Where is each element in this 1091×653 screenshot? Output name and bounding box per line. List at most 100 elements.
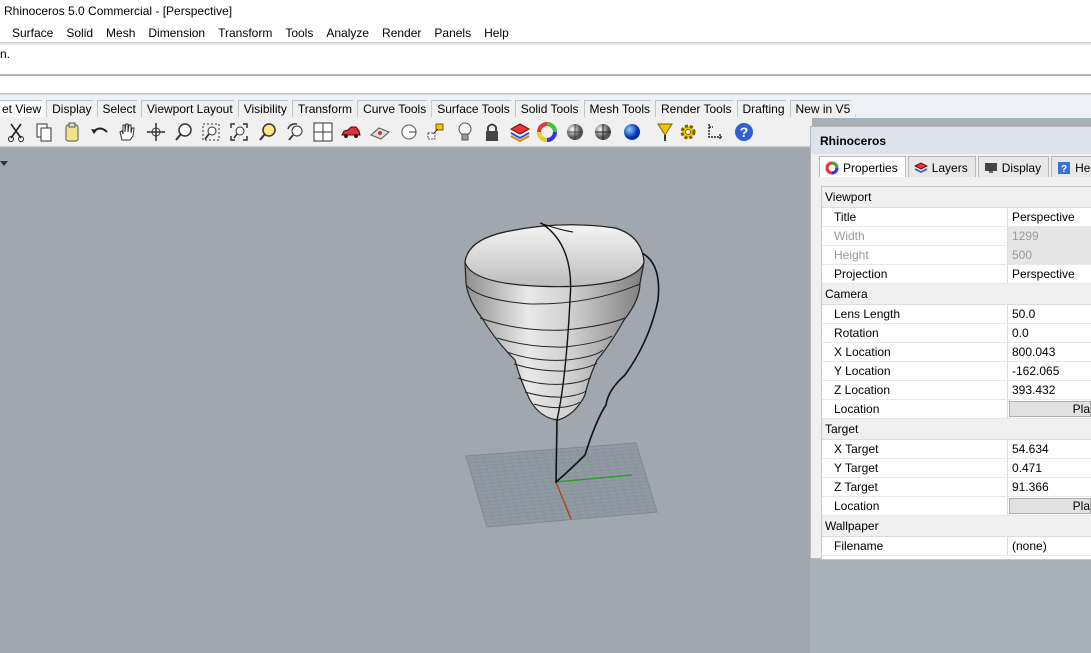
revolved-surface[interactable] xyxy=(464,222,645,421)
viewport-menu-arrow-icon[interactable] xyxy=(0,161,8,166)
menu-solid[interactable]: Solid xyxy=(60,24,100,42)
prop-row: Y Target 0.471 xyxy=(822,459,1091,478)
help-icon[interactable]: ? xyxy=(732,120,756,144)
undo-view-icon[interactable] xyxy=(284,120,308,144)
section-target[interactable]: Target xyxy=(822,419,1091,440)
tab-display[interactable]: Display xyxy=(46,100,97,117)
tab-mesh-tools[interactable]: Mesh Tools xyxy=(584,100,656,117)
section-viewport[interactable]: Viewport xyxy=(822,187,1091,208)
prop-z-location-value[interactable]: 393.432 xyxy=(1008,381,1091,399)
prop-y-location-value[interactable]: -162.065 xyxy=(1008,362,1091,380)
camera-place-button[interactable]: Pla xyxy=(1009,401,1091,417)
gumball-icon[interactable] xyxy=(653,120,677,144)
dimension-icon[interactable] xyxy=(704,120,728,144)
blue-sphere-icon[interactable] xyxy=(620,120,644,144)
title-bar: Rhinoceros 5.0 Commercial - [Perspective… xyxy=(0,0,1091,24)
tab-viewport-layout[interactable]: Viewport Layout xyxy=(141,100,239,117)
prop-row: Rotation 0.0 xyxy=(822,324,1091,343)
tab-help-label: Help xyxy=(1075,161,1091,175)
four-viewports-icon[interactable] xyxy=(311,120,335,144)
menu-surface[interactable]: Surface xyxy=(0,24,60,42)
target-place-button[interactable]: Pla xyxy=(1009,498,1091,514)
prop-row: Z Target 91.366 xyxy=(822,478,1091,497)
prop-rotation-label: Rotation xyxy=(822,324,1008,342)
prop-filename-label: Filename xyxy=(822,537,1008,555)
zoom-icon[interactable] xyxy=(172,120,196,144)
tab-render-tools[interactable]: Render Tools xyxy=(655,100,738,117)
point-icon[interactable] xyxy=(397,120,421,144)
menu-panels[interactable]: Panels xyxy=(428,24,478,42)
light-bulb-icon[interactable] xyxy=(453,120,477,144)
tab-layers-label: Layers xyxy=(931,161,968,175)
osnap-icon[interactable] xyxy=(424,120,448,144)
paste-icon[interactable] xyxy=(60,120,84,144)
color-wheel-icon[interactable] xyxy=(535,120,559,144)
construction-plane-icon[interactable] xyxy=(368,120,392,144)
tab-layers[interactable]: Layers xyxy=(907,156,976,177)
prop-projection-value[interactable]: Perspective xyxy=(1008,265,1091,283)
zoom-extents-icon[interactable] xyxy=(227,120,251,144)
display-icon xyxy=(984,161,998,175)
tab-curve-tools[interactable]: Curve Tools xyxy=(357,100,432,117)
prop-row: X Target 54.634 xyxy=(822,440,1091,459)
menu-tools[interactable]: Tools xyxy=(279,24,320,42)
svg-text:?: ? xyxy=(1061,164,1067,175)
prop-row: Width 1299 xyxy=(822,227,1091,246)
menu-dimension[interactable]: Dimension xyxy=(142,24,212,42)
settings-gear-icon[interactable] xyxy=(676,120,700,144)
car-camera-icon[interactable] xyxy=(339,120,363,144)
viewport-scene[interactable] xyxy=(0,148,810,653)
prop-lens-length-value[interactable]: 50.0 xyxy=(1008,305,1091,323)
prop-z-target-value[interactable]: 91.366 xyxy=(1008,478,1091,496)
tab-visibility[interactable]: Visibility xyxy=(238,100,293,117)
help-icon: ? xyxy=(1057,161,1071,175)
tab-new-in-v5[interactable]: New in V5 xyxy=(790,100,857,117)
rotate-view-icon[interactable] xyxy=(144,120,168,144)
prop-target-location-label: Location xyxy=(822,497,1008,515)
menu-help[interactable]: Help xyxy=(478,24,516,42)
undo-icon[interactable] xyxy=(88,120,112,144)
prop-x-target-value[interactable]: 54.634 xyxy=(1008,440,1091,458)
prop-row: Filename (none) xyxy=(822,537,1091,556)
rendered-sphere-icon[interactable] xyxy=(591,120,615,144)
prop-x-location-value[interactable]: 800.043 xyxy=(1008,343,1091,361)
menu-render[interactable]: Render xyxy=(376,24,428,42)
command-history-text: n. xyxy=(0,47,11,61)
tab-display[interactable]: Display xyxy=(977,156,1050,177)
prop-title-label: Title xyxy=(822,208,1008,226)
tab-set-view[interactable]: et View xyxy=(0,100,47,117)
tab-select[interactable]: Select xyxy=(97,100,142,117)
tab-solid-tools[interactable]: Solid Tools xyxy=(515,100,585,117)
section-wallpaper[interactable]: Wallpaper xyxy=(822,516,1091,537)
properties-icon xyxy=(825,161,839,175)
command-prompt-input[interactable] xyxy=(0,76,1091,94)
prop-y-target-value[interactable]: 0.471 xyxy=(1008,459,1091,477)
prop-filename-value[interactable]: (none) xyxy=(1008,537,1091,555)
prop-row: Z Location 393.432 xyxy=(822,381,1091,400)
zoom-selected-icon[interactable] xyxy=(256,120,280,144)
lock-icon[interactable] xyxy=(480,120,504,144)
prop-y-target-label: Y Target xyxy=(822,459,1008,477)
cut-icon[interactable] xyxy=(4,120,28,144)
prop-title-value[interactable]: Perspective xyxy=(1008,208,1091,226)
prop-height-label: Height xyxy=(822,246,1008,264)
prop-row: Location Pla xyxy=(822,497,1091,516)
section-camera[interactable]: Camera xyxy=(822,284,1091,305)
prop-width-value: 1299 xyxy=(1008,227,1091,245)
shaded-sphere-icon[interactable] xyxy=(563,120,587,144)
prop-row: Projection Perspective xyxy=(822,265,1091,284)
perspective-viewport[interactable] xyxy=(0,148,810,653)
menu-analyze[interactable]: Analyze xyxy=(320,24,376,42)
layers-icon[interactable] xyxy=(508,120,532,144)
prop-rotation-value[interactable]: 0.0 xyxy=(1008,324,1091,342)
pan-hand-icon[interactable] xyxy=(114,120,138,144)
tab-properties[interactable]: Properties xyxy=(819,156,906,177)
tab-help[interactable]: ? Help xyxy=(1051,156,1091,177)
menu-mesh[interactable]: Mesh xyxy=(100,24,142,42)
menu-transform[interactable]: Transform xyxy=(212,24,279,42)
copy-icon[interactable] xyxy=(32,120,56,144)
tab-surface-tools[interactable]: Surface Tools xyxy=(431,100,516,117)
zoom-window-icon[interactable] xyxy=(199,120,223,144)
tab-transform[interactable]: Transform xyxy=(292,100,358,117)
tab-drafting[interactable]: Drafting xyxy=(737,100,791,117)
